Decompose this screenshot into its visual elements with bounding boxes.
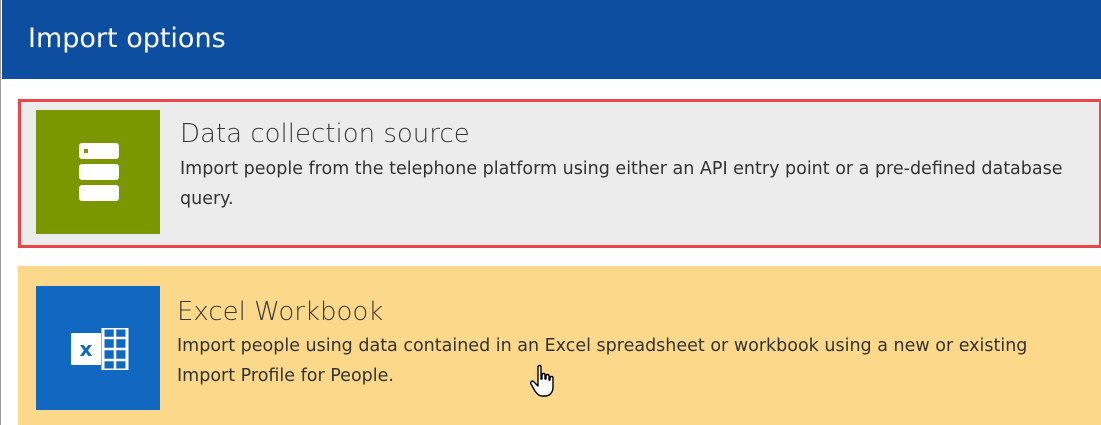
- option-tile: [36, 110, 160, 234]
- option-title: Data collection source: [180, 119, 470, 149]
- excel-icon: x: [71, 328, 129, 370]
- option-title: Excel Workbook: [177, 297, 384, 327]
- option-data-collection-source[interactable]: Data collection source Import people fro…: [18, 99, 1101, 248]
- panel-title: Import options: [28, 23, 226, 54]
- option-description: Import people using data contained in an…: [177, 336, 1028, 386]
- svg-text:x: x: [80, 337, 93, 361]
- import-options-panel: Import options Data collection source Im…: [0, 0, 1101, 425]
- option-tile: x: [36, 286, 160, 410]
- panel-header: Import options: [2, 0, 1101, 79]
- option-excel-workbook[interactable]: x Excel Workbook Import people using dat…: [18, 266, 1101, 425]
- database-icon: [79, 143, 119, 201]
- hand-pointer-icon: [530, 364, 554, 397]
- option-description: Import people from the telephone platfor…: [180, 159, 1063, 209]
